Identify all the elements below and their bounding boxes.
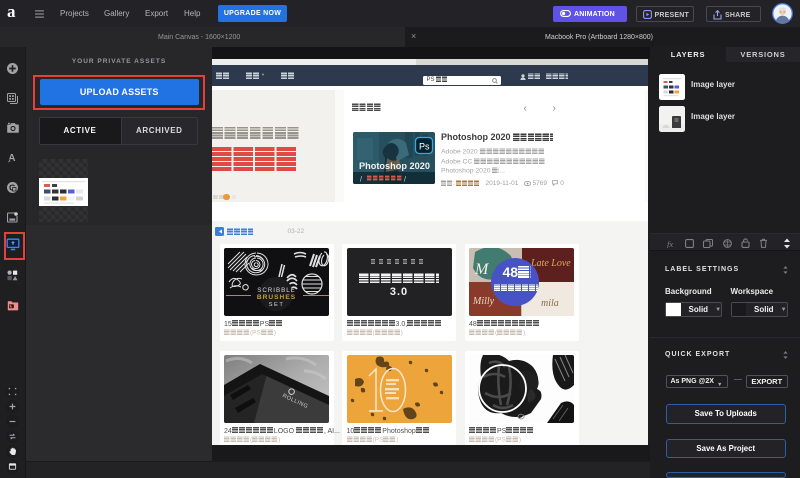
svg-text:SCRIBBLE: SCRIBBLE xyxy=(257,287,296,294)
svg-text:mila: mila xyxy=(541,298,559,309)
svg-text:Ps: Ps xyxy=(419,142,430,152)
svg-text:/: / xyxy=(404,177,406,184)
svg-text:Photoshop 2020: Photoshop 2020 xyxy=(359,161,430,171)
svg-text:M: M xyxy=(474,261,490,278)
svg-text:Milly: Milly xyxy=(472,296,495,307)
svg-text:BRUSHES: BRUSHES xyxy=(257,294,296,301)
svg-text:SET: SET xyxy=(269,302,285,308)
svg-text:fx: fx xyxy=(667,239,673,248)
svg-text:Late Love: Late Love xyxy=(530,258,571,269)
svg-text:/: / xyxy=(360,177,362,184)
